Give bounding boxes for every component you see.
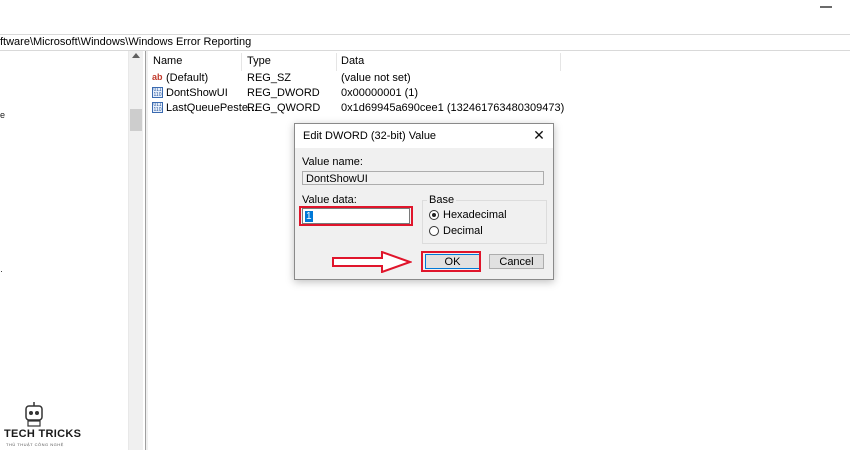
table-row[interactable]: ab (Default) REG_SZ (value not set) <box>148 71 708 86</box>
column-divider[interactable] <box>336 53 337 71</box>
column-divider[interactable] <box>241 53 242 71</box>
base-group: Base Hexadecimal Decimal <box>422 194 547 244</box>
registry-string-icon: ab <box>152 72 163 82</box>
watermark-subtitle: THỦ THUẬT CÔNG NGHỆ <box>6 442 64 447</box>
scroll-thumb[interactable] <box>130 109 142 131</box>
hexadecimal-label[interactable]: Hexadecimal <box>443 209 507 221</box>
watermark-logo: TECH TRICKS THỦ THUẬT CÔNG NGHỆ <box>0 400 82 450</box>
watermark-title: TECH TRICKS <box>4 428 82 440</box>
row-name: LastQueuePeste... <box>166 102 258 114</box>
dialog-titlebar[interactable]: Edit DWORD (32-bit) Value ✕ <box>295 124 553 148</box>
hexadecimal-radio[interactable] <box>429 210 439 220</box>
scroll-up-icon[interactable] <box>132 53 140 58</box>
column-header-data[interactable]: Data <box>341 55 364 67</box>
decimal-radio[interactable] <box>429 226 439 236</box>
tree-item-fragment[interactable]: · <box>0 266 3 276</box>
row-data: 0x1d69945a690cee1 (132461763480309473) <box>341 102 565 114</box>
registry-binary-icon: 011 110 <box>152 87 163 98</box>
column-header-name[interactable]: Name <box>153 55 182 67</box>
row-name: DontShowUI <box>166 87 228 99</box>
tree-scrollbar[interactable] <box>128 51 143 450</box>
address-path: ftware\Microsoft\Windows\Windows Error R… <box>0 36 252 48</box>
column-divider[interactable] <box>560 53 561 71</box>
robot-logo-icon <box>25 402 43 427</box>
decimal-label[interactable]: Decimal <box>443 225 483 237</box>
base-label: Base <box>427 194 457 206</box>
highlight-box-ok <box>421 251 481 272</box>
table-row[interactable]: 011 110 LastQueuePeste... REG_QWORD 0x1d6… <box>148 101 708 116</box>
row-type: REG_DWORD <box>247 87 320 99</box>
address-bar[interactable]: ftware\Microsoft\Windows\Windows Error R… <box>0 34 850 51</box>
tree-item-fragment[interactable]: e <box>0 110 5 120</box>
table-row[interactable]: 011 110 DontShowUI REG_DWORD 0x00000001 (… <box>148 86 708 101</box>
value-name-field: DontShowUI <box>302 171 544 185</box>
window-titlebar <box>0 0 850 33</box>
row-type: REG_QWORD <box>247 102 321 114</box>
row-type: REG_SZ <box>247 72 292 84</box>
highlight-box-value-data <box>299 206 413 226</box>
value-name-text: DontShowUI <box>306 173 368 185</box>
close-icon[interactable]: ✕ <box>532 128 546 142</box>
value-data-label: Value data: <box>302 194 357 206</box>
tree-pane[interactable] <box>0 51 145 450</box>
row-name: (Default) <box>166 72 209 84</box>
row-data: (value not set) <box>341 72 411 84</box>
radio-selected-dot <box>432 213 436 217</box>
pointer-arrow-annotation <box>332 251 412 273</box>
column-header-type[interactable]: Type <box>247 55 271 67</box>
row-data: 0x00000001 (1) <box>341 87 419 99</box>
value-name-label: Value name: <box>302 156 363 168</box>
registry-binary-icon: 011 110 <box>152 102 163 113</box>
minimize-icon[interactable] <box>820 6 832 8</box>
dialog-title: Edit DWORD (32-bit) Value <box>303 130 437 142</box>
cancel-button[interactable]: Cancel <box>489 254 544 269</box>
